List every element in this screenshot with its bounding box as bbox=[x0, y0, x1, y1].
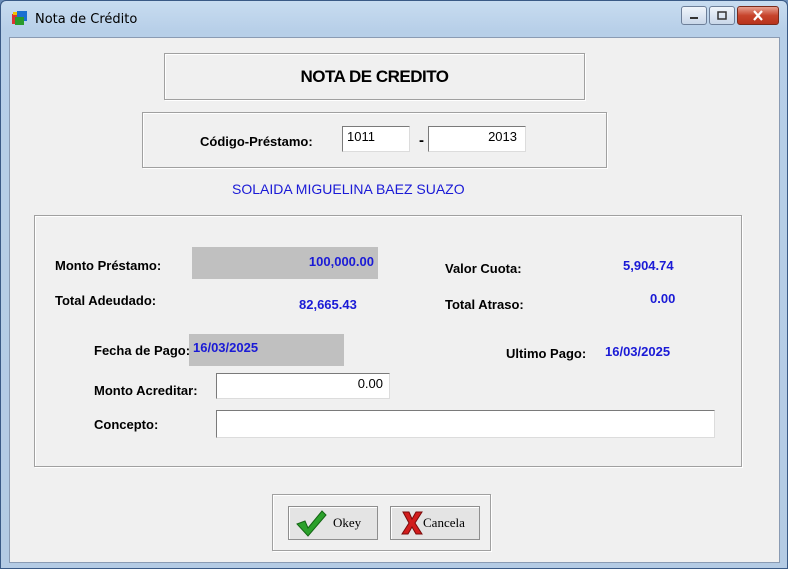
window-title: Nota de Crédito bbox=[35, 12, 138, 27]
monto-prestamo-field: 100,000.00 bbox=[192, 247, 378, 279]
monto-prestamo-label: Monto Préstamo: bbox=[55, 258, 162, 273]
codigo-separator: - bbox=[419, 132, 424, 149]
close-icon bbox=[753, 10, 763, 21]
total-adeudado-value: 82,665.43 bbox=[299, 297, 357, 312]
page-title: NOTA DE CREDITO bbox=[300, 66, 449, 86]
ultimo-pago-value: 16/03/2025 bbox=[605, 344, 671, 359]
x-cancel-icon bbox=[401, 511, 423, 535]
minimize-icon bbox=[690, 16, 698, 19]
button-panel: Okey Cancela bbox=[272, 494, 491, 551]
concepto-label: Concepto: bbox=[94, 417, 159, 432]
monto-acreditar-input[interactable]: 0.00 bbox=[216, 373, 390, 399]
concepto-input[interactable] bbox=[216, 410, 715, 438]
cancela-button[interactable]: Cancela bbox=[390, 506, 480, 540]
app-icon bbox=[12, 11, 27, 25]
okey-label: Okey bbox=[333, 515, 362, 530]
monto-acreditar-label: Monto Acreditar: bbox=[94, 383, 198, 398]
app-window: Nota de Crédito NOTA DE CREDITO Código-P… bbox=[0, 0, 788, 569]
total-adeudado-label: Total Adeudado: bbox=[55, 293, 157, 308]
fecha-pago-label: Fecha de Pago: bbox=[94, 343, 191, 358]
title-bar[interactable]: Nota de Crédito bbox=[1, 1, 787, 37]
close-button[interactable] bbox=[737, 6, 779, 25]
details-panel: Monto Préstamo: 100,000.00 Valor Cuota: … bbox=[34, 215, 742, 467]
client-area: NOTA DE CREDITO Código-Préstamo: 1011 - … bbox=[9, 37, 780, 563]
maximize-icon bbox=[717, 11, 727, 20]
codigo-label: Código-Préstamo: bbox=[200, 134, 313, 149]
client-name: SOLAIDA MIGUELINA BAEZ SUAZO bbox=[232, 181, 465, 197]
fecha-pago-value: 16/03/2025 bbox=[193, 340, 259, 355]
maximize-button[interactable] bbox=[709, 6, 735, 25]
valor-cuota-label: Valor Cuota: bbox=[445, 261, 522, 276]
fecha-pago-field: 16/03/2025 bbox=[189, 334, 344, 366]
code-box: Código-Préstamo: 1011 - 2013 bbox=[142, 112, 607, 168]
cancela-label: Cancela bbox=[423, 515, 465, 530]
total-atraso-label: Total Atraso: bbox=[445, 297, 524, 312]
codigo-part2-input[interactable]: 2013 bbox=[428, 126, 526, 152]
checkmark-icon bbox=[296, 510, 327, 537]
total-atraso-value: 0.00 bbox=[650, 291, 676, 306]
monto-prestamo-value: 100,000.00 bbox=[308, 254, 374, 269]
okey-button[interactable]: Okey bbox=[288, 506, 378, 540]
codigo-part1-input[interactable]: 1011 bbox=[342, 126, 410, 152]
minimize-button[interactable] bbox=[681, 6, 707, 25]
valor-cuota-value: 5,904.74 bbox=[623, 258, 674, 273]
header-box: NOTA DE CREDITO bbox=[164, 53, 585, 100]
ultimo-pago-label: Ultimo Pago: bbox=[506, 346, 587, 361]
